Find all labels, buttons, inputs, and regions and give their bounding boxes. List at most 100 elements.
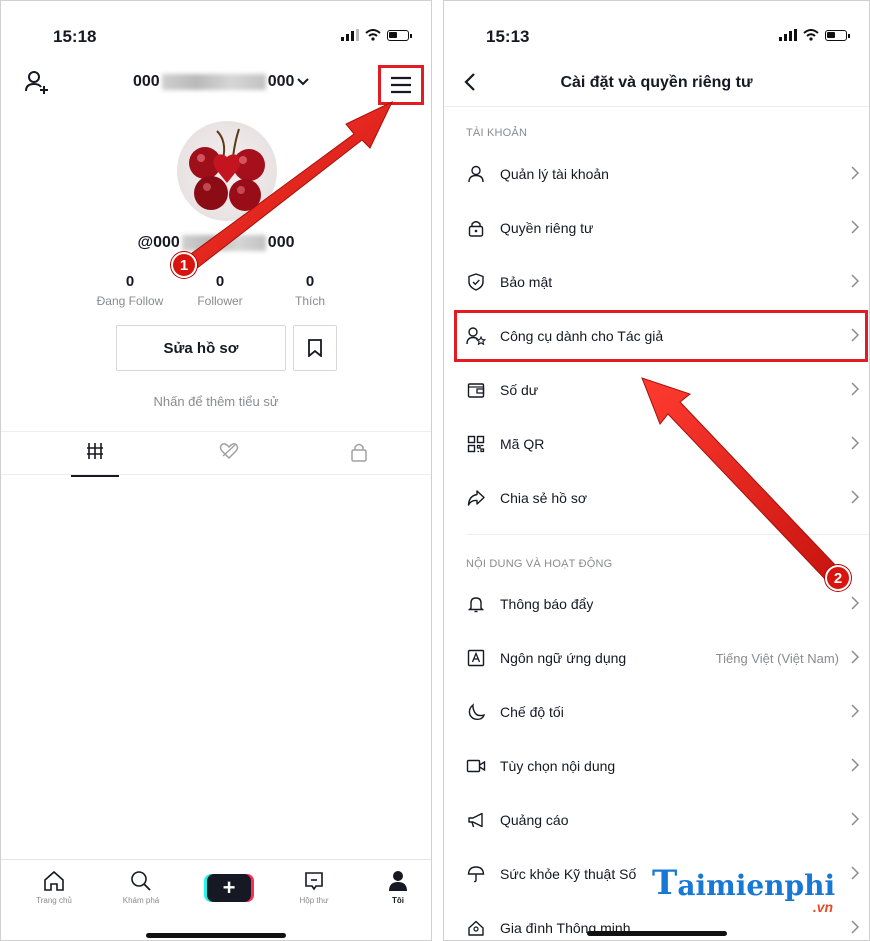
cherries-image bbox=[189, 128, 265, 211]
status-time: 15:13 bbox=[486, 27, 530, 46]
inbox-icon bbox=[305, 872, 323, 891]
watermark-initial: T bbox=[652, 863, 678, 903]
chevron-right-icon bbox=[851, 758, 859, 772]
moon-icon bbox=[466, 702, 486, 722]
stat-label: Thích bbox=[294, 294, 325, 308]
creator-tools-highlight bbox=[454, 310, 868, 362]
bell-icon bbox=[466, 594, 486, 614]
hamburger-icon bbox=[391, 76, 411, 94]
chevron-right-icon bbox=[851, 274, 859, 288]
profile-screen: 15:18 000 000 @000 000 0 Đang Follow 0 F… bbox=[0, 0, 432, 941]
settings-row-content-preferences[interactable]: Tùy chọn nội dung bbox=[444, 739, 869, 793]
nav-discover-label: Khám phá bbox=[122, 896, 160, 905]
nav-home-label: Trang chủ bbox=[36, 896, 72, 905]
settings-row-label: Mã QR bbox=[500, 436, 545, 452]
lock-icon bbox=[351, 443, 367, 462]
tab-private[interactable] bbox=[335, 442, 383, 476]
stat-label: Follower bbox=[197, 294, 243, 308]
umbrella-icon bbox=[466, 864, 486, 884]
step-badge-1: 1 bbox=[171, 252, 197, 278]
stat-label: Đang Follow bbox=[96, 294, 164, 308]
nav-home[interactable]: Trang chủ bbox=[19, 870, 89, 905]
settings-row-label: Tùy chọn nội dung bbox=[500, 758, 616, 774]
language-icon bbox=[466, 648, 486, 668]
battery-icon bbox=[825, 29, 850, 41]
user-icon bbox=[466, 164, 486, 184]
wallet-icon bbox=[466, 380, 486, 400]
watermark-word: aimienphi bbox=[677, 869, 836, 902]
profile-icon bbox=[389, 871, 407, 891]
settings-row-label: Số dư bbox=[500, 382, 539, 398]
watermark-tld: .vn bbox=[812, 899, 834, 915]
stat-likes[interactable]: 0 Thích bbox=[265, 273, 355, 308]
avatar[interactable] bbox=[177, 121, 277, 221]
profile-tabs bbox=[1, 431, 431, 477]
chevron-right-icon bbox=[851, 920, 859, 934]
menu-button[interactable] bbox=[378, 65, 424, 105]
settings-row-label: Chia sẻ hồ sơ bbox=[500, 490, 588, 506]
bookmark-button[interactable] bbox=[293, 325, 337, 371]
qr-icon bbox=[466, 434, 486, 454]
grid-icon bbox=[87, 443, 103, 459]
handle-prefix: @000 bbox=[137, 234, 180, 251]
nav-discover[interactable]: Khám phá bbox=[106, 870, 176, 905]
chevron-right-icon bbox=[851, 490, 859, 504]
signal-icon bbox=[779, 29, 797, 41]
settings-screen: 15:13 Cài đặt và quyền riêng tư TÀI KHOẢ… bbox=[443, 0, 870, 941]
settings-row-label: Quyền riêng tư bbox=[500, 220, 594, 236]
watermark-logo: T aimienphi .vn bbox=[652, 863, 836, 915]
chevron-right-icon bbox=[851, 704, 859, 718]
megaphone-icon bbox=[466, 810, 486, 830]
settings-row-value: Tiếng Việt (Việt Nam) bbox=[715, 650, 839, 666]
status-icons bbox=[341, 29, 412, 41]
tab-videos[interactable] bbox=[71, 442, 119, 477]
settings-row-dark-mode[interactable]: Chế độ tối bbox=[444, 685, 869, 739]
tab-liked[interactable] bbox=[205, 442, 253, 476]
settings-row-privacy[interactable]: Quyền riêng tư bbox=[444, 201, 869, 255]
edit-profile-button[interactable]: Sửa hồ sơ bbox=[116, 325, 286, 371]
username-suffix: 000 bbox=[267, 73, 295, 90]
search-icon bbox=[131, 871, 151, 891]
settings-row-push-notifications[interactable]: Thông báo đẩy bbox=[444, 577, 869, 631]
blurred-handle bbox=[181, 235, 266, 251]
profile-handle: @000 000 bbox=[1, 234, 431, 252]
chevron-right-icon bbox=[851, 596, 859, 610]
settings-row-app-language[interactable]: Ngôn ngữ ứng dụng Tiếng Việt (Việt Nam) bbox=[444, 631, 869, 685]
status-time: 15:18 bbox=[53, 27, 97, 46]
heart-hidden-icon bbox=[219, 443, 239, 460]
settings-row-share-profile[interactable]: Chia sẻ hồ sơ bbox=[444, 471, 869, 525]
profile-top-bar: 000 000 bbox=[1, 59, 431, 107]
signal-icon bbox=[341, 29, 359, 41]
settings-row-label: Sức khỏe Kỹ thuật Số bbox=[500, 866, 637, 882]
settings-row-label: Bảo mật bbox=[500, 274, 553, 290]
stat-following[interactable]: 0 Đang Follow bbox=[85, 273, 175, 308]
blurred-username bbox=[161, 74, 266, 90]
status-icons bbox=[779, 29, 850, 41]
nav-me-label: Tôi bbox=[392, 896, 404, 905]
settings-row-qr-code[interactable]: Mã QR bbox=[444, 417, 869, 471]
settings-row-ads[interactable]: Quảng cáo bbox=[444, 793, 869, 847]
stat-followers[interactable]: 0 Follower bbox=[175, 273, 265, 308]
username-prefix: 000 bbox=[133, 73, 160, 90]
chevron-right-icon bbox=[851, 812, 859, 826]
settings-row-label: Thông báo đẩy bbox=[500, 596, 594, 612]
home-indicator bbox=[146, 933, 286, 938]
page-title: Cài đặt và quyền riêng tư bbox=[560, 74, 753, 91]
create-button[interactable]: + bbox=[207, 874, 251, 902]
chevron-right-icon bbox=[851, 866, 859, 880]
battery-icon bbox=[387, 29, 412, 41]
settings-row-account-management[interactable]: Quản lý tài khoản bbox=[444, 147, 869, 201]
video-icon bbox=[466, 756, 486, 776]
settings-row-balance[interactable]: Số dư bbox=[444, 363, 869, 417]
handle-suffix: 000 bbox=[267, 234, 295, 251]
settings-row-security[interactable]: Bảo mật bbox=[444, 255, 869, 309]
username-selector[interactable]: 000 000 bbox=[133, 73, 310, 91]
nav-inbox[interactable]: Hộp thư bbox=[279, 870, 349, 905]
step-badge-2: 2 bbox=[825, 565, 851, 591]
settings-row-label: Quảng cáo bbox=[500, 812, 569, 828]
bio-placeholder[interactable]: Nhấn để thêm tiểu sử bbox=[1, 394, 431, 409]
nav-me[interactable]: Tôi bbox=[363, 870, 431, 905]
add-user-icon[interactable] bbox=[23, 69, 51, 97]
home-indicator bbox=[586, 931, 727, 936]
family-icon bbox=[466, 918, 486, 938]
